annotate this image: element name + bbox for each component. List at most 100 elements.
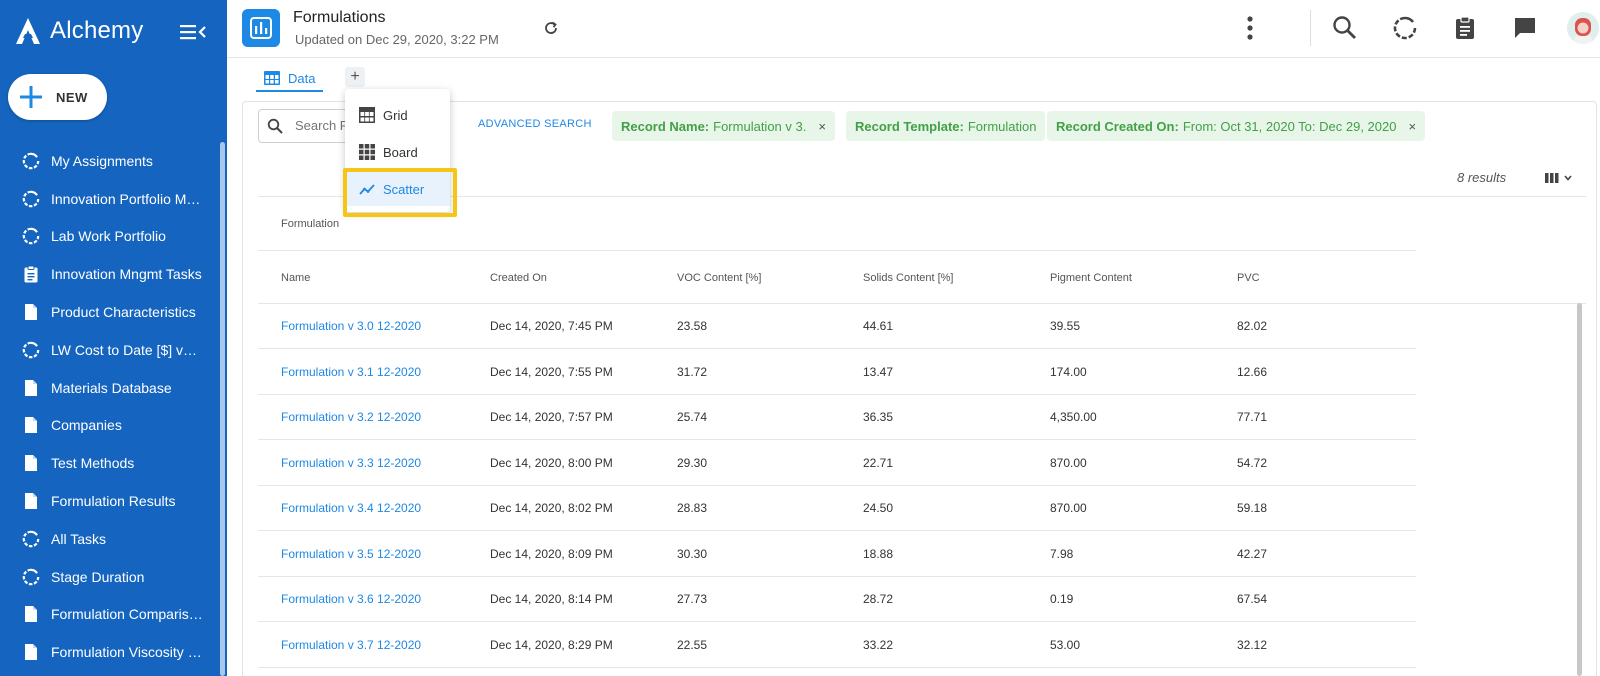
table-row[interactable]: Formulation v 3.4 12-2020 Dec 14, 2020, 8… [258,486,1416,531]
table-row[interactable]: Formulation v 3.7 12-2020 Dec 14, 2020, 8… [258,623,1416,668]
column-header[interactable]: Pigment Content [1050,272,1132,284]
table-scrollbar[interactable] [1577,303,1582,676]
scatter-chart-icon [359,184,375,195]
record-name-link[interactable]: Formulation v 3.0 12-2020 [281,319,421,333]
menu-item-label: Scatter [383,181,425,197]
advanced-search-link[interactable]: ADVANCED SEARCH [478,118,592,130]
sidebar-item[interactable]: Companies [0,407,219,445]
page-title: Formulations [293,9,386,26]
sidebar-item[interactable]: My Assignments [0,142,219,180]
user-avatar[interactable] [1567,12,1599,44]
clipboard-icon[interactable] [1452,15,1478,41]
record-name-link[interactable]: Formulation v 3.6 12-2020 [281,592,421,606]
report-app-icon [242,9,280,47]
close-icon[interactable]: × [818,119,826,134]
close-icon[interactable]: × [1408,119,1416,134]
plus-icon [20,86,42,108]
sidebar-item-label: All Tasks [51,530,106,547]
column-settings-icon[interactable] [1543,170,1575,186]
sidebar-item[interactable]: Materials Database [0,369,219,407]
column-header[interactable]: Created On [490,272,547,284]
table-row[interactable]: Formulation v 3.0 12-2020 Dec 14, 2020, 7… [258,304,1416,349]
column-header[interactable]: VOC Content [%] [677,272,761,284]
document-icon [25,417,37,434]
table-cell: Dec 14, 2020, 7:45 PM [490,319,613,333]
new-button[interactable]: NEW [8,74,107,120]
brand[interactable]: Alchemy [14,14,143,48]
table-row[interactable]: Formulation v 3.5 12-2020 Dec 14, 2020, 8… [258,532,1416,577]
document-icon [25,455,37,472]
column-header[interactable]: PVC [1237,272,1260,284]
table-cell: 28.72 [863,592,894,606]
record-name-link[interactable]: Formulation v 3.2 12-2020 [281,410,421,424]
sidebar: Alchemy NEW My Assignments Innovation Por… [0,0,227,676]
menu-item-label: Grid [383,107,408,123]
refresh-icon[interactable] [543,20,559,36]
table-cell: 53.00 [1050,637,1081,652]
tab-data[interactable]: Data [256,66,324,92]
filter-chip-record-template[interactable]: Record Template: Formulation [846,111,1046,141]
add-tab-button[interactable]: + [345,67,365,87]
sidebar-item[interactable]: All Tasks [0,520,219,558]
sidebar-item[interactable]: Formulation Results [0,482,219,520]
table-cell: 28.83 [677,501,708,515]
table-row[interactable]: Formulation v 3.6 12-2020 Dec 14, 2020, 8… [258,577,1416,622]
table-cell: 4,350.00 [1050,410,1097,424]
divider [258,196,1586,197]
sidebar-item[interactable]: Test Methods [0,444,219,482]
sidebar-scrollbar[interactable] [220,142,225,676]
table-cell: 22.55 [677,637,708,652]
sidebar-item[interactable]: Product Characteristics [0,293,219,331]
table-cell: Dec 14, 2020, 8:29 PM [490,637,613,652]
record-name-link[interactable]: Formulation v 3.5 12-2020 [281,547,421,561]
chat-icon[interactable] [1512,15,1538,41]
table-cell: 42.27 [1237,546,1268,561]
sidebar-item[interactable]: Stage Duration [0,558,219,596]
column-header[interactable]: Name [281,272,310,284]
table-cell: 22.71 [863,455,894,470]
record-name-link[interactable]: Formulation v 3.3 12-2020 [281,456,421,470]
table-cell: 24.50 [863,501,894,515]
menu-item-scatter[interactable]: Scatter [345,172,450,206]
table-cell: 33.22 [863,637,894,652]
filter-key: Record Created On: [1056,118,1179,134]
table-cell: 82.02 [1237,319,1268,333]
table-cell: Dec 14, 2020, 8:14 PM [490,592,613,606]
sidebar-item[interactable]: Formulation Viscosity C... [0,633,219,671]
progress-circle-icon[interactable] [1392,15,1418,41]
sidebar-item[interactable]: Innovation Mngmt Tasks [0,255,219,293]
divider [258,250,1416,251]
filter-key: Record Template: [855,118,964,134]
table-cell: Dec 14, 2020, 8:00 PM [490,455,613,470]
filter-chip-record-name[interactable]: Record Name: Formulation v 3. × [612,111,835,141]
record-name-link[interactable]: Formulation v 3.7 12-2020 [281,638,421,652]
table-icon [264,71,280,85]
alchemy-logo-icon [16,18,40,44]
menu-item-grid[interactable]: Grid [345,98,450,132]
search-icon[interactable] [1332,15,1358,41]
sidebar-item-label: Formulation Comparison [51,606,203,623]
sidebar-item-label: Companies [51,417,122,434]
column-header[interactable]: Solids Content [%] [863,272,954,284]
menu-item-board[interactable]: Board [345,135,450,169]
progress-circle-icon [22,530,40,548]
record-name-link[interactable]: Formulation v 3.4 12-2020 [281,501,421,515]
table-row[interactable]: Formulation v 3.1 12-2020 Dec 14, 2020, 7… [258,350,1416,395]
document-icon [25,493,37,510]
sidebar-item[interactable]: Lab Work Portfolio [0,218,219,256]
sidebar-item[interactable]: Innovation Portfolio Ma... [0,180,219,218]
new-button-label: NEW [56,89,88,105]
clipboard-icon [24,265,38,283]
more-options-icon[interactable] [1237,15,1263,41]
sidebar-item[interactable]: Formulation Comparison [0,596,219,634]
board-icon [359,144,375,160]
table-cell: 13.47 [863,364,894,379]
record-name-link[interactable]: Formulation v 3.1 12-2020 [281,365,421,379]
collapse-menu-icon[interactable] [180,22,206,42]
sidebar-item[interactable]: LW Cost to Date [$] vs E... [0,331,219,369]
table-row[interactable]: Formulation v 3.2 12-2020 Dec 14, 2020, 7… [258,395,1416,440]
table-row[interactable]: Formulation v 3.3 12-2020 Dec 14, 2020, 8… [258,441,1416,486]
document-icon [25,304,37,321]
table-cell: 18.88 [863,546,894,561]
filter-chip-record-created-on[interactable]: Record Created On: From: Oct 31, 2020 To… [1047,111,1426,141]
